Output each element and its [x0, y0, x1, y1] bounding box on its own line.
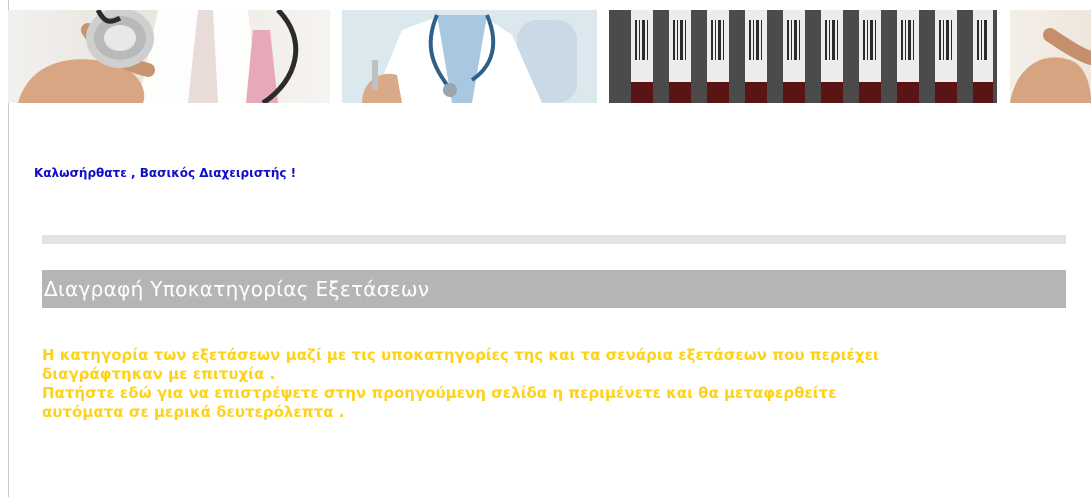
- banner-photo-test-tubes: [609, 10, 997, 103]
- page-title: Διαγραφή Υποκατηγορίας Εξετάσεων: [44, 277, 430, 301]
- page-title-bar: Διαγραφή Υποκατηγορίας Εξετάσεων: [42, 270, 1066, 308]
- message-line-4: αυτόματα σε μερικά δευτερόλεπτα .: [42, 403, 345, 421]
- message-line-3-rest: για να επιστρέψετε στην προηγούμενη σελί…: [151, 384, 837, 402]
- message-line-2: διαγράφτηκαν με επιτυχία .: [42, 365, 276, 383]
- section-divider: [42, 235, 1066, 244]
- message-line-3: Πατήστε εδώ για να επιστρέψετε στην προη…: [42, 384, 1052, 403]
- banner-photo-hand: [1010, 10, 1091, 103]
- banner-photo-doctor: [342, 10, 597, 103]
- banner-photo-stethoscope: [8, 10, 330, 103]
- back-link[interactable]: Πατήστε εδώ: [42, 384, 152, 402]
- message-line-1: Η κατηγορία των εξετάσεων μαζί με τις υπ…: [42, 346, 879, 364]
- header-banner: [8, 10, 1091, 103]
- welcome-message: Καλωσήρθατε , Βασικός Διαχειριστής !: [34, 166, 297, 180]
- status-message: Η κατηγορία των εξετάσεων μαζί με τις υπ…: [42, 346, 1052, 422]
